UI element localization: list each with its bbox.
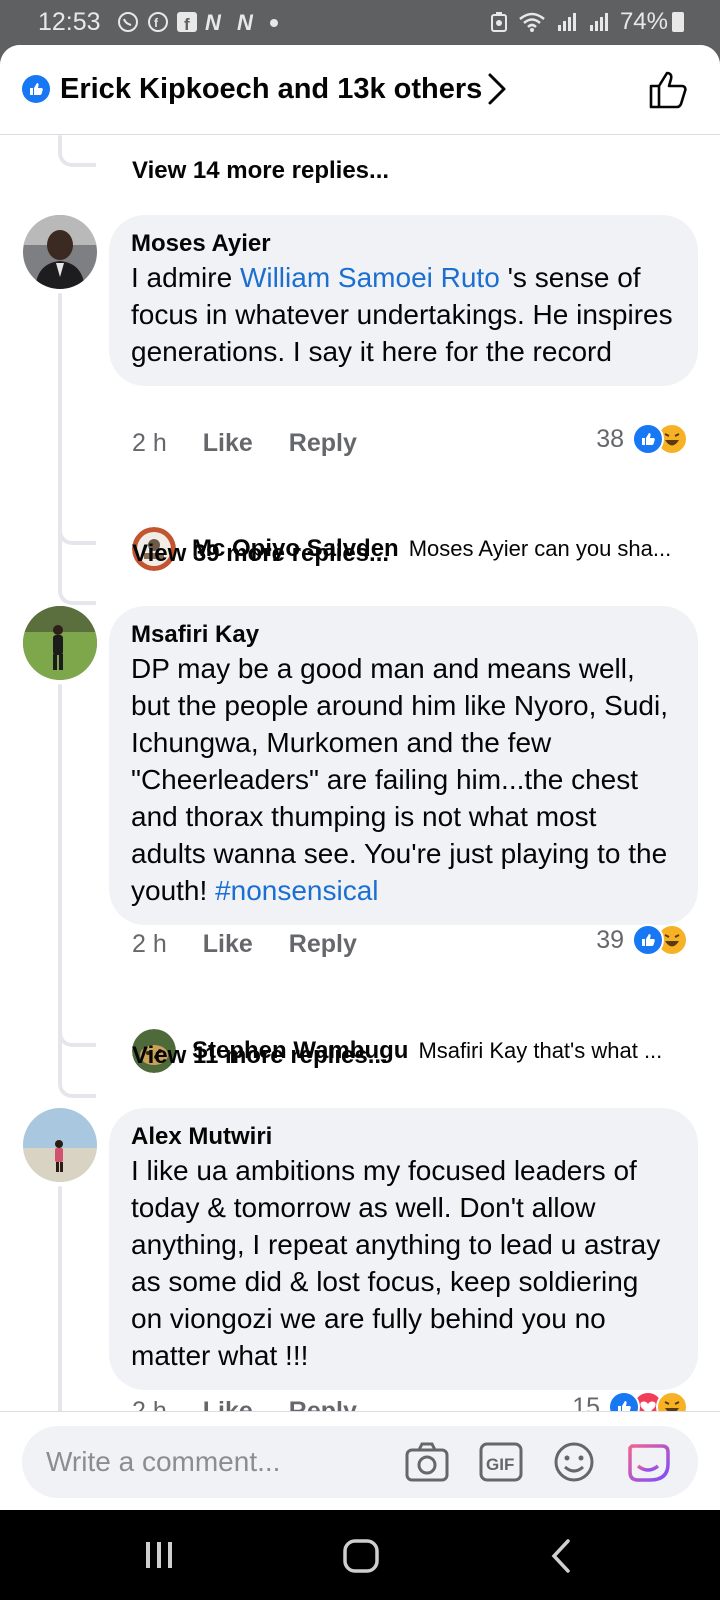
avatar-sticker-icon[interactable] bbox=[624, 1440, 672, 1484]
reply-button[interactable]: Reply bbox=[289, 930, 357, 959]
chevron-right-icon[interactable] bbox=[486, 71, 508, 107]
facebook-messenger-icon: f bbox=[148, 12, 168, 32]
reply-text: Msafiri Kay that's what ... bbox=[418, 1038, 663, 1063]
like-button[interactable]: Like bbox=[203, 429, 253, 458]
comment-author[interactable]: Msafiri Kay bbox=[131, 620, 676, 650]
reply-text: Moses Ayier can you sha... bbox=[408, 536, 672, 561]
reaction-summary[interactable]: 39 bbox=[596, 924, 688, 956]
signal-icon bbox=[589, 13, 608, 31]
status-right: 74% bbox=[490, 8, 668, 36]
mention-link[interactable]: William Samoei Ruto bbox=[240, 262, 500, 293]
comment-composer: GIF bbox=[0, 1411, 720, 1510]
battery-icon bbox=[672, 12, 684, 32]
view-more-replies[interactable]: View 14 more replies... bbox=[132, 157, 389, 185]
back-icon[interactable] bbox=[548, 1538, 574, 1574]
battery-percent: 74% bbox=[619, 8, 668, 35]
emoji-icon[interactable] bbox=[552, 1440, 596, 1484]
signal-icon bbox=[557, 13, 576, 31]
hashtag-link[interactable]: #nonsensical bbox=[215, 875, 378, 906]
thread-elbow bbox=[58, 569, 96, 605]
system-nav-bar bbox=[0, 1510, 720, 1600]
svg-text:f: f bbox=[184, 15, 190, 33]
svg-text:f: f bbox=[154, 16, 159, 30]
composer-box[interactable]: GIF bbox=[22, 1426, 698, 1498]
comment-input[interactable] bbox=[46, 1426, 386, 1498]
news-n-icon: N bbox=[237, 11, 254, 33]
view-more-replies[interactable]: View 11 more replies... bbox=[132, 1042, 388, 1070]
comment-actions: 2 h Like Reply bbox=[132, 930, 357, 959]
home-icon[interactable] bbox=[342, 1538, 380, 1574]
reactions-summary[interactable]: Erick Kipkoech and 13k others bbox=[60, 73, 482, 106]
whatsapp-icon bbox=[118, 12, 138, 32]
camera-icon[interactable] bbox=[404, 1440, 450, 1484]
gif-icon[interactable]: GIF bbox=[478, 1440, 524, 1484]
status-time: 12:53 bbox=[38, 8, 101, 36]
reply-button[interactable]: Reply bbox=[289, 429, 357, 458]
status-bar: 12:53 f f N N 74% bbox=[0, 0, 720, 44]
comment-time: 2 h bbox=[132, 429, 167, 457]
reaction-summary[interactable]: 38 bbox=[596, 423, 688, 455]
thread-line bbox=[58, 1186, 62, 1416]
comment-bubble[interactable]: Msafiri Kay DP may be a good man and mea… bbox=[109, 606, 698, 925]
reactions-header[interactable]: Erick Kipkoech and 13k others bbox=[0, 45, 720, 135]
recent-apps-icon[interactable] bbox=[142, 1538, 176, 1572]
comment-bubble[interactable]: Moses Ayier I admire William Samoei Ruto… bbox=[109, 215, 698, 386]
avatar[interactable] bbox=[23, 215, 97, 289]
news-n-icon: N bbox=[205, 11, 222, 33]
like-reaction-icon bbox=[632, 924, 664, 956]
reaction-count: 39 bbox=[596, 925, 624, 954]
view-more-replies[interactable]: View 39 more replies... bbox=[132, 540, 389, 568]
comment-author[interactable]: Moses Ayier bbox=[131, 229, 676, 259]
comments-sheet: Erick Kipkoech and 13k others View 14 mo… bbox=[0, 45, 720, 1510]
thread-elbow bbox=[58, 145, 96, 167]
reaction-count: 38 bbox=[596, 424, 624, 453]
data-saver-icon bbox=[490, 12, 507, 32]
comment-actions: 2 h Like Reply bbox=[132, 429, 357, 458]
comment-text: I like ua ambitions my focused leaders o… bbox=[131, 1155, 661, 1371]
like-button[interactable]: Like bbox=[203, 930, 253, 959]
thread-elbow bbox=[58, 1070, 96, 1098]
comment-bubble[interactable]: Alex Mutwiri I like ua ambitions my focu… bbox=[109, 1108, 698, 1390]
svg-text:GIF: GIF bbox=[486, 1455, 514, 1474]
comment-author[interactable]: Alex Mutwiri bbox=[131, 1122, 676, 1152]
comment-time: 2 h bbox=[132, 930, 167, 958]
thread-line bbox=[58, 684, 62, 1084]
comment-text: DP may be a good man and means well, but… bbox=[131, 653, 668, 906]
thread-line bbox=[58, 293, 62, 591]
svg-text:N: N bbox=[237, 11, 254, 33]
avatar[interactable] bbox=[23, 1108, 97, 1182]
dot-icon bbox=[270, 19, 278, 27]
like-post-icon[interactable] bbox=[648, 69, 690, 111]
comment-text: I admire William Samoei Ruto 's sense of… bbox=[131, 262, 673, 367]
svg-text:N: N bbox=[205, 11, 222, 33]
facebook-icon: f bbox=[177, 12, 197, 33]
notification-icons: f f N N bbox=[116, 10, 280, 34]
thread-elbow bbox=[58, 523, 96, 545]
wifi-icon bbox=[519, 12, 545, 32]
thread-elbow bbox=[58, 1025, 96, 1047]
like-reaction-icon bbox=[22, 75, 50, 103]
like-reaction-icon bbox=[632, 423, 664, 455]
avatar[interactable] bbox=[23, 606, 97, 680]
